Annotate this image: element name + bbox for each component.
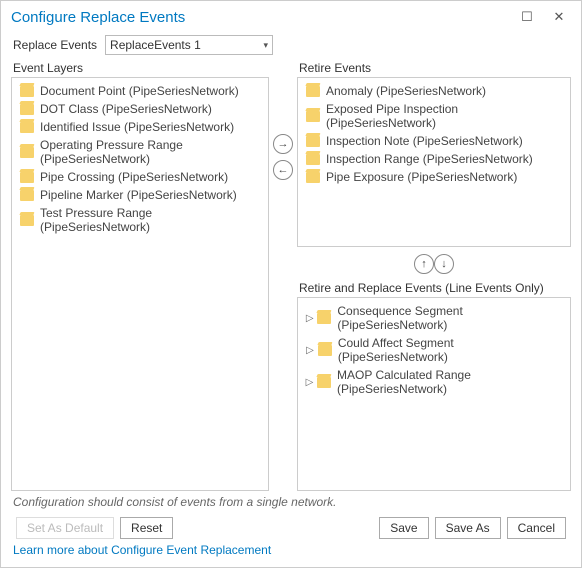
layer-icon	[20, 104, 34, 115]
titlebar: Configure Replace Events ☐ ✕	[1, 1, 581, 29]
tree-item[interactable]: ▷ Consequence Segment (PipeSeriesNetwork)	[302, 302, 566, 334]
expand-icon[interactable]: ▷	[304, 313, 315, 324]
tree-item[interactable]: ▷ MAOP Calculated Range (PipeSeriesNetwor…	[302, 366, 566, 398]
layer-icon	[317, 377, 331, 388]
learn-more-link[interactable]: Learn more about Configure Event Replace…	[11, 543, 571, 561]
dialog-content: Replace Events ReplaceEvents 1 ▾ Event L…	[1, 29, 581, 567]
layer-icon	[306, 154, 320, 165]
cancel-button[interactable]: Cancel	[507, 517, 566, 539]
item-label: Inspection Note (PipeSeriesNetwork)	[326, 134, 523, 148]
replace-events-row: Replace Events ReplaceEvents 1 ▾	[11, 35, 571, 55]
item-label: Pipeline Marker (PipeSeriesNetwork)	[40, 188, 237, 202]
layer-icon	[318, 345, 332, 356]
move-left-button[interactable]: ←	[273, 160, 293, 180]
list-item[interactable]: Pipe Crossing (PipeSeriesNetwork)	[16, 168, 264, 186]
item-label: Consequence Segment (PipeSeriesNetwork)	[337, 304, 564, 332]
expand-icon[interactable]: ▷	[304, 377, 315, 388]
item-label: Document Point (PipeSeriesNetwork)	[40, 84, 239, 98]
maximize-button[interactable]: ☐	[511, 9, 543, 25]
save-button[interactable]: Save	[379, 517, 428, 539]
retire-reorder-row: ↑ ↓	[297, 251, 571, 277]
main-area: Event Layers Document Point (PipeSeriesN…	[11, 61, 571, 491]
item-label: Test Pressure Range (PipeSeriesNetwork)	[40, 206, 262, 234]
list-item[interactable]: Operating Pressure Range (PipeSeriesNetw…	[16, 136, 264, 168]
item-label: Operating Pressure Range (PipeSeriesNetw…	[40, 138, 262, 166]
reset-button[interactable]: Reset	[120, 517, 173, 539]
item-label: DOT Class (PipeSeriesNetwork)	[40, 102, 212, 116]
layer-icon	[20, 147, 34, 158]
configure-replace-events-dialog: Configure Replace Events ☐ ✕ Replace Eve…	[0, 0, 582, 568]
layer-icon	[20, 190, 34, 201]
layer-icon	[20, 172, 34, 183]
config-hint: Configuration should consist of events f…	[11, 491, 571, 515]
layer-icon	[306, 172, 320, 183]
item-label: Inspection Range (PipeSeriesNetwork)	[326, 152, 533, 166]
list-item[interactable]: Exposed Pipe Inspection (PipeSeriesNetwo…	[302, 100, 566, 132]
replace-events-value: ReplaceEvents 1	[110, 38, 201, 52]
tree-item[interactable]: ▷ Could Affect Segment (PipeSeriesNetwork…	[302, 334, 566, 366]
list-item[interactable]: DOT Class (PipeSeriesNetwork)	[16, 100, 264, 118]
item-label: Pipe Exposure (PipeSeriesNetwork)	[326, 170, 517, 184]
button-row: Set As Default Reset Save Save As Cancel	[11, 515, 571, 543]
event-layers-column: Event Layers Document Point (PipeSeriesN…	[11, 61, 269, 491]
retire-events-title: Retire Events	[297, 61, 571, 75]
layer-icon	[306, 86, 320, 97]
move-down-button[interactable]: ↓	[434, 254, 454, 274]
item-label: Exposed Pipe Inspection (PipeSeriesNetwo…	[326, 102, 564, 130]
chevron-down-icon: ▾	[264, 40, 269, 51]
event-layers-title: Event Layers	[11, 61, 269, 75]
move-retire-arrows: → ←	[269, 61, 297, 491]
replace-events-label: Replace Events	[13, 38, 97, 52]
item-label: Could Affect Segment (PipeSeriesNetwork)	[338, 336, 564, 364]
retire-events-list[interactable]: Anomaly (PipeSeriesNetwork) Exposed Pipe …	[297, 77, 571, 247]
layer-icon	[20, 215, 34, 226]
list-item[interactable]: Identified Issue (PipeSeriesNetwork)	[16, 118, 264, 136]
list-item[interactable]: Pipeline Marker (PipeSeriesNetwork)	[16, 186, 264, 204]
list-item[interactable]: Anomaly (PipeSeriesNetwork)	[302, 82, 566, 100]
list-item[interactable]: Pipe Exposure (PipeSeriesNetwork)	[302, 168, 566, 186]
list-item[interactable]: Inspection Range (PipeSeriesNetwork)	[302, 150, 566, 168]
event-layers-list[interactable]: Document Point (PipeSeriesNetwork) DOT Cl…	[11, 77, 269, 491]
expand-icon[interactable]: ▷	[304, 345, 316, 356]
save-as-button[interactable]: Save As	[435, 517, 501, 539]
item-label: MAOP Calculated Range (PipeSeriesNetwork…	[337, 368, 564, 396]
replace-events-dropdown[interactable]: ReplaceEvents 1 ▾	[105, 35, 273, 55]
list-item[interactable]: Test Pressure Range (PipeSeriesNetwork)	[16, 204, 264, 236]
item-label: Anomaly (PipeSeriesNetwork)	[326, 84, 486, 98]
list-item[interactable]: Document Point (PipeSeriesNetwork)	[16, 82, 264, 100]
layer-icon	[317, 313, 331, 324]
right-column: Retire Events Anomaly (PipeSeriesNetwork…	[297, 61, 571, 491]
layer-icon	[306, 136, 320, 147]
list-item[interactable]: Inspection Note (PipeSeriesNetwork)	[302, 132, 566, 150]
layer-icon	[20, 122, 34, 133]
move-up-button[interactable]: ↑	[414, 254, 434, 274]
layer-icon	[20, 86, 34, 97]
move-right-button[interactable]: →	[273, 134, 293, 154]
retire-replace-events-list[interactable]: ▷ Consequence Segment (PipeSeriesNetwork)…	[297, 297, 571, 491]
close-button[interactable]: ✕	[543, 9, 575, 25]
window-title: Configure Replace Events	[11, 9, 511, 26]
retire-replace-title: Retire and Replace Events (Line Events O…	[297, 281, 571, 295]
item-label: Identified Issue (PipeSeriesNetwork)	[40, 120, 234, 134]
item-label: Pipe Crossing (PipeSeriesNetwork)	[40, 170, 228, 184]
layer-icon	[306, 111, 320, 122]
set-as-default-button: Set As Default	[16, 517, 114, 539]
